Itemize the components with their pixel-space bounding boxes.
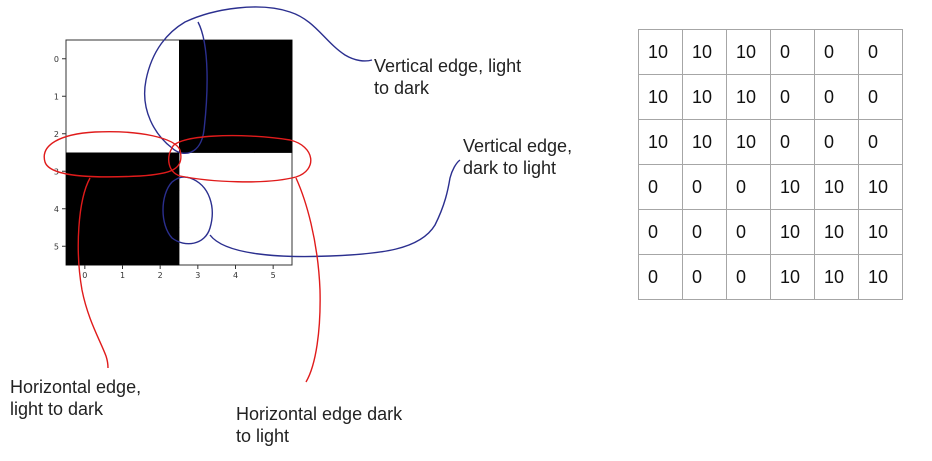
x-axis-ticks: 0 1 2 3 4 5 bbox=[82, 265, 276, 280]
y-tick-label: 0 bbox=[54, 55, 59, 64]
label-line: light to dark bbox=[10, 399, 104, 419]
x-tick-label: 3 bbox=[195, 271, 200, 280]
matrix-cell: 10 bbox=[858, 209, 903, 255]
dark-pixel bbox=[254, 40, 293, 78]
x-tick-label: 5 bbox=[271, 271, 276, 280]
y-axis-ticks: 012345 bbox=[54, 55, 66, 251]
label-horizontal-light-to-dark: Horizontal edge, light to dark bbox=[10, 376, 141, 420]
matrix-cell: 10 bbox=[682, 29, 727, 75]
label-line: Horizontal edge, bbox=[10, 377, 142, 397]
matrix-cell: 0 bbox=[726, 164, 771, 210]
matrix-cell: 10 bbox=[638, 119, 683, 165]
label-line: Horizontal edge dark bbox=[236, 404, 403, 424]
y-tick-label: 4 bbox=[54, 205, 59, 214]
y-tick-label: 1 bbox=[54, 92, 59, 101]
image-plot: 0 1 2 3 4 5 0 1 2 3 4 5 bbox=[54, 39, 293, 280]
matrix-row: 0 0 0 10 10 10 bbox=[638, 209, 903, 255]
matrix-cell: 0 bbox=[726, 254, 771, 300]
matrix-cell: 10 bbox=[638, 29, 683, 75]
matrix-cell: 0 bbox=[682, 164, 727, 210]
matrix-row: 0 0 0 10 10 10 bbox=[638, 254, 903, 300]
matrix-cell: 0 bbox=[814, 74, 859, 120]
label-line: Vertical edge, light bbox=[374, 56, 522, 76]
pixel-matrix: 10 10 10 0 0 0 10 10 10 0 0 0 10 10 10 0 0 0 0 0 0 10 10 10 0 0 0 1… bbox=[638, 29, 903, 300]
dark-pixel bbox=[179, 40, 218, 78]
y-tick-label: 5 bbox=[54, 242, 59, 251]
label-horizontal-dark-to-light: Horizontal edge dark to light bbox=[236, 403, 402, 447]
matrix-cell: 10 bbox=[858, 254, 903, 300]
dark-pixel bbox=[254, 115, 293, 153]
matrix-cell: 10 bbox=[858, 164, 903, 210]
matrix-cell: 10 bbox=[770, 209, 815, 255]
dark-pixel bbox=[254, 77, 293, 116]
matrix-cell: 0 bbox=[770, 119, 815, 165]
label-vertical-dark-to-light: Vertical edge, dark to light bbox=[463, 135, 572, 179]
matrix-cell: 0 bbox=[726, 209, 771, 255]
matrix-cell: 0 bbox=[858, 74, 903, 120]
matrix-cell: 0 bbox=[814, 29, 859, 75]
dark-pixel bbox=[66, 190, 105, 228]
dark-pixel bbox=[103, 227, 142, 266]
matrix-cell: 0 bbox=[638, 254, 683, 300]
matrix-cell: 10 bbox=[770, 164, 815, 210]
label-line: to dark bbox=[374, 78, 430, 98]
label-vertical-light-to-dark: Vertical edge, light to dark bbox=[374, 55, 521, 99]
matrix-cell: 10 bbox=[726, 74, 771, 120]
matrix-cell: 10 bbox=[726, 119, 771, 165]
matrix-cell: 10 bbox=[682, 119, 727, 165]
x-tick-label: 4 bbox=[233, 271, 238, 280]
dark-pixel bbox=[66, 152, 105, 191]
x-tick-label: 2 bbox=[158, 271, 163, 280]
matrix-cell: 0 bbox=[682, 209, 727, 255]
matrix-cell: 10 bbox=[682, 74, 727, 120]
dark-pixel bbox=[141, 190, 180, 228]
matrix-cell: 0 bbox=[814, 119, 859, 165]
dark-pixel bbox=[141, 227, 180, 266]
dark-pixel bbox=[216, 115, 255, 153]
matrix-cell: 0 bbox=[682, 254, 727, 300]
matrix-cell: 0 bbox=[770, 74, 815, 120]
matrix-cell: 10 bbox=[814, 164, 859, 210]
matrix-cell: 0 bbox=[638, 164, 683, 210]
dark-pixel bbox=[66, 227, 105, 266]
dark-pixel bbox=[179, 77, 218, 116]
matrix-cell: 0 bbox=[770, 29, 815, 75]
matrix-cell: 0 bbox=[858, 29, 903, 75]
matrix-row: 10 10 10 0 0 0 bbox=[638, 29, 903, 75]
dark-pixel bbox=[216, 77, 255, 116]
dark-pixel bbox=[216, 40, 255, 78]
matrix-cell: 10 bbox=[638, 74, 683, 120]
matrix-cell: 0 bbox=[858, 119, 903, 165]
matrix-cell: 10 bbox=[814, 254, 859, 300]
matrix-cell: 10 bbox=[770, 254, 815, 300]
dark-pixel bbox=[103, 190, 142, 228]
label-line: Vertical edge, bbox=[463, 136, 573, 156]
matrix-cell: 10 bbox=[726, 29, 771, 75]
y-tick-label: 2 bbox=[54, 130, 59, 139]
matrix-cell: 10 bbox=[814, 209, 859, 255]
dark-pixel bbox=[103, 152, 142, 191]
matrix-row: 10 10 10 0 0 0 bbox=[638, 74, 903, 120]
matrix-row: 10 10 10 0 0 0 bbox=[638, 119, 903, 165]
matrix-row: 0 0 0 10 10 10 bbox=[638, 164, 903, 210]
label-line: to light bbox=[236, 426, 290, 446]
x-tick-label: 1 bbox=[120, 271, 125, 280]
label-line: dark to light bbox=[463, 158, 557, 178]
matrix-cell: 0 bbox=[638, 209, 683, 255]
x-tick-label: 0 bbox=[82, 271, 87, 280]
